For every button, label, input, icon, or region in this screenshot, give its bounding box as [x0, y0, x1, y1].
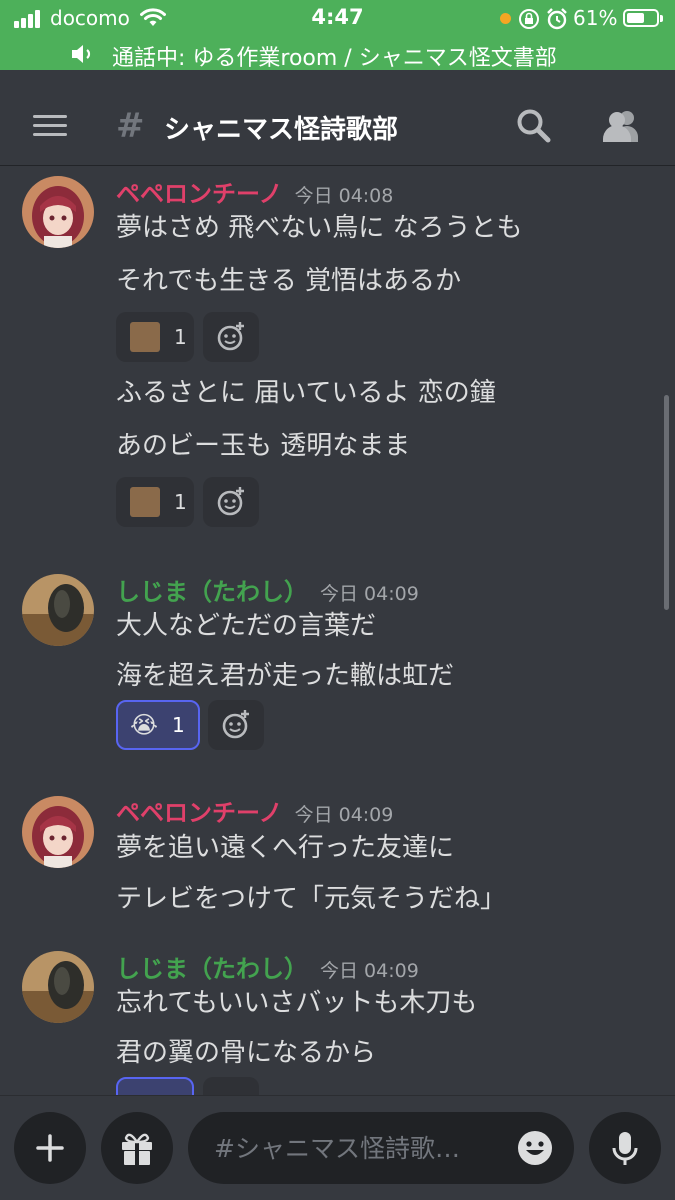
message-group: しじま（たわし） 今日 04:09 大人などただの言葉だ 海を超え君が走った轍は虹… — [0, 562, 660, 762]
message-text: 大人などただの言葉だ — [116, 611, 377, 641]
speaker-icon — [72, 45, 91, 63]
battery-percent: 61% — [573, 6, 618, 30]
message-meta: ペペロンチーノ 今日 04:08 — [116, 174, 393, 209]
reaction-pill[interactable]: 1 — [116, 312, 194, 362]
message-text: ふるさとに 届いているよ 恋の鐘 — [116, 378, 496, 408]
author-name[interactable]: しじま（たわし） — [116, 955, 308, 983]
message-text: それでも生きる 覚悟はあるか — [116, 266, 461, 296]
status-row: docomo 4:47 61% — [0, 0, 675, 38]
author-name[interactable]: ペペロンチーノ — [116, 180, 283, 208]
message-meta: しじま（たわし） 今日 04:09 — [116, 572, 419, 607]
message-meta: しじま（たわし） 今日 04:09 — [116, 949, 419, 984]
message-input-bar — [0, 1095, 675, 1200]
message-input[interactable] — [214, 1112, 514, 1184]
plus-icon — [36, 1134, 64, 1162]
voice-message-button[interactable] — [589, 1112, 661, 1184]
reaction-count: 1 — [172, 713, 185, 737]
avatar[interactable] — [22, 176, 94, 248]
avatar[interactable] — [22, 574, 94, 646]
add-attachment-button[interactable] — [14, 1112, 86, 1184]
add-reaction-icon — [222, 710, 249, 739]
gift-icon — [122, 1133, 152, 1165]
channel-title: シャニマス怪詩歌部 — [164, 115, 399, 145]
message-text: あのビー玉も 透明なまま — [116, 431, 411, 461]
add-reaction-button[interactable] — [208, 700, 264, 750]
message-text: テレビをつけて「元気そうだね」 — [116, 884, 507, 914]
timestamp: 今日 04:09 — [320, 583, 419, 605]
message-text: 君の翼の骨になるから — [116, 1038, 377, 1068]
message-group: しじま（たわし） 今日 04:09 忘れてもいいさバットも木刀も 君の翼の骨になる… — [0, 939, 660, 1095]
message-list[interactable]: ペペロンチーノ 今日 04:08 夢はさめ 飛べない鳥に なろうとも それでも生き… — [0, 167, 675, 1095]
microphone-icon — [612, 1132, 638, 1165]
author-name[interactable]: ペペロンチーノ — [116, 799, 283, 827]
message-meta: ペペロンチーノ 今日 04:09 — [116, 793, 393, 828]
author-name[interactable]: しじま（たわし） — [116, 578, 308, 606]
message-text: 夢を追い遠くへ行った友達に — [116, 833, 455, 863]
alarm-icon — [547, 8, 567, 30]
channel-hash-icon: # — [116, 106, 145, 146]
reaction-avatar-emoji — [130, 322, 160, 352]
call-status-text: 通話中: ゆる作業room / シャニマス怪文書部 — [112, 46, 557, 71]
mic-in-use-indicator — [500, 13, 511, 24]
reaction-avatar-emoji — [130, 487, 160, 517]
members-icon[interactable] — [600, 108, 642, 144]
timestamp: 今日 04:09 — [294, 804, 394, 826]
reaction-count: 1 — [174, 325, 187, 349]
add-reaction-button[interactable] — [203, 1077, 259, 1095]
reaction-pill-selected[interactable]: 😭 1 — [116, 700, 200, 750]
reaction-pill-selected[interactable] — [116, 1077, 194, 1095]
active-call-banner[interactable]: 通話中: ゆる作業room / シャニマス怪文書部 — [0, 38, 675, 71]
timestamp: 今日 04:08 — [294, 185, 394, 207]
message-text: 夢はさめ 飛べない鳥に なろうとも — [116, 213, 523, 243]
menu-icon[interactable] — [33, 115, 67, 137]
emoji-icon[interactable] — [516, 1129, 554, 1167]
channel-header: # シャニマス怪詩歌部 — [0, 70, 675, 166]
add-reaction-button[interactable] — [203, 477, 259, 527]
message-input-field[interactable] — [188, 1112, 574, 1184]
reaction-pill[interactable]: 1 — [116, 477, 194, 527]
message-text: 海を超え君が走った轍は虹だ — [116, 661, 455, 691]
avatar[interactable] — [22, 796, 94, 868]
loudly-crying-emoji: 😭 — [130, 711, 159, 739]
timestamp: 今日 04:09 — [320, 960, 419, 982]
lock-rotation-icon — [519, 9, 539, 29]
add-reaction-icon — [217, 487, 244, 516]
status-bar: docomo 4:47 61% 通話中: ゆる作業room / シャニマス怪文書… — [0, 0, 675, 71]
battery-icon — [623, 9, 663, 27]
add-reaction-icon — [217, 322, 244, 351]
gift-button[interactable] — [101, 1112, 173, 1184]
message-group: ペペロンチーノ 今日 04:09 夢を追い遠くへ行った友達に テレビをつけて「元気… — [0, 785, 660, 935]
message-group: ペペロンチーノ 今日 04:08 夢はさめ 飛べない鳥に なろうとも それでも生き… — [0, 167, 660, 537]
message-text: 忘れてもいいさバットも木刀も — [116, 988, 478, 1018]
add-reaction-button[interactable] — [203, 312, 259, 362]
scrollbar[interactable] — [664, 395, 669, 610]
reaction-count: 1 — [174, 490, 187, 514]
search-icon[interactable] — [516, 108, 552, 144]
avatar[interactable] — [22, 951, 94, 1023]
